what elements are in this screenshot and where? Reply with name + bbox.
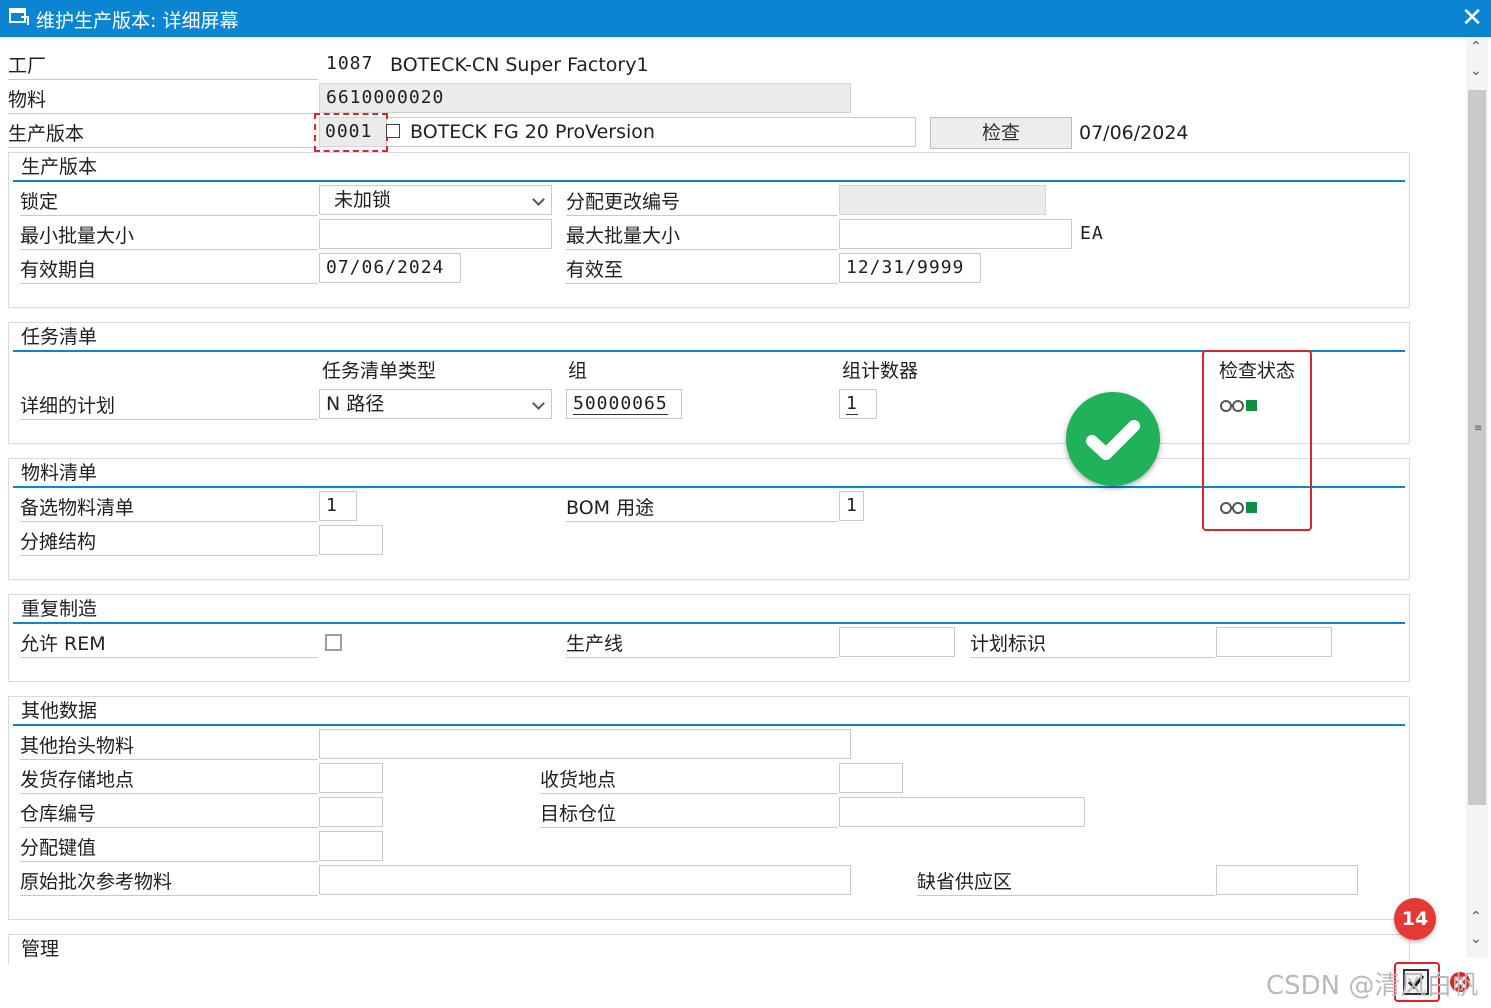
- group-value: 50000065: [573, 393, 668, 415]
- receiving-location-field[interactable]: [839, 763, 903, 793]
- bom-usage-label: BOM 用途: [566, 492, 838, 522]
- valid-to-label: 有效至: [566, 254, 838, 284]
- version-focus-outline: [314, 113, 388, 152]
- task-list-type-header: 任务清单类型: [322, 360, 437, 382]
- group-task-list: 任务清单: [8, 322, 1410, 444]
- group-counter-header: 组计数器: [842, 360, 919, 382]
- receiving-location-label: 收货地点: [540, 764, 838, 794]
- lock-select[interactable]: 未加锁: [319, 185, 552, 215]
- group-title: 其他数据: [21, 700, 98, 722]
- lock-value: 未加锁: [334, 189, 392, 211]
- group-counter-field[interactable]: 1: [839, 389, 877, 419]
- valid-to-field[interactable]: 12/31/9999: [839, 253, 981, 283]
- group-title: 任务清单: [21, 326, 98, 348]
- allocation-key-label: 分配键值: [20, 832, 318, 862]
- allocation-key-field[interactable]: [319, 831, 383, 861]
- original-batch-material-label: 原始批次参考物料: [20, 866, 318, 896]
- plant-value: 1087: [326, 53, 374, 74]
- alternative-bom-label: 备选物料清单: [20, 492, 318, 522]
- production-line-field[interactable]: [839, 627, 955, 657]
- group-administration: 管理: [8, 934, 1410, 964]
- default-supply-area-field[interactable]: [1216, 865, 1358, 895]
- group-counter-value: 1: [846, 393, 858, 415]
- max-lot-size-field[interactable]: [839, 219, 1072, 249]
- other-header-material-field[interactable]: [319, 729, 851, 759]
- warehouse-number-label: 仓库编号: [20, 798, 318, 828]
- check-date: 07/06/2024: [1079, 122, 1189, 144]
- watermark: CSDN @清风白帆: [1266, 971, 1479, 1001]
- production-version-label: 生产版本: [8, 118, 318, 148]
- production-line-label: 生产线: [566, 628, 838, 658]
- destination-bin-label: 目标仓位: [540, 798, 838, 828]
- unit-label: EA: [1080, 223, 1104, 244]
- check-button[interactable]: 检查: [930, 117, 1072, 149]
- scroll-down-icon[interactable]: ⌄: [1470, 64, 1482, 78]
- task-list-type-value: N 路径: [326, 393, 385, 415]
- apportionment-field[interactable]: [319, 525, 383, 555]
- window-icon: [9, 8, 29, 25]
- valid-from-field[interactable]: 07/06/2024: [319, 253, 461, 283]
- issue-storage-location-label: 发货存储地点: [20, 764, 318, 794]
- group-title: 物料清单: [21, 462, 98, 484]
- issue-storage-location-field[interactable]: [319, 763, 383, 793]
- destination-bin-field[interactable]: [839, 797, 1085, 827]
- scroll-up-icon[interactable]: ⌃: [1470, 40, 1482, 54]
- change-number-label: 分配更改编号: [566, 186, 838, 216]
- other-header-material-label: 其他抬头物料: [20, 730, 318, 760]
- value-help-icon[interactable]: [386, 124, 400, 138]
- task-list-type-select[interactable]: N 路径: [319, 389, 552, 419]
- warehouse-number-field[interactable]: [319, 797, 383, 827]
- planning-id-label: 计划标识: [970, 628, 1215, 658]
- chevron-down-icon: [532, 193, 545, 206]
- group-title: 生产版本: [21, 156, 98, 178]
- plant-description: BOTECK-CN Super Factory1: [390, 54, 649, 76]
- change-number-field: [839, 185, 1046, 215]
- group-field[interactable]: 50000065: [566, 389, 682, 419]
- min-lot-size-label: 最小批量大小: [20, 220, 318, 250]
- lock-label: 锁定: [20, 186, 318, 216]
- min-lot-size-field[interactable]: [319, 219, 552, 249]
- production-version-desc: BOTECK FG 20 ProVersion: [319, 117, 916, 147]
- title-bar: 维护生产版本: 详细屏幕 ✕: [0, 0, 1491, 37]
- plant-label: 工厂: [8, 50, 318, 80]
- allow-rem-checkbox[interactable]: [325, 634, 342, 651]
- vertical-scrollbar[interactable]: ⌃ ⌄ ≡ ⌃ ⌄: [1466, 38, 1488, 958]
- group-header: 组: [568, 360, 588, 382]
- scroll-grip-icon: ≡: [1474, 423, 1483, 434]
- max-lot-size-label: 最大批量大小: [566, 220, 838, 250]
- detailed-planning-label: 详细的计划: [20, 390, 318, 420]
- apportionment-label: 分摊结构: [20, 526, 318, 556]
- scrollbar-thumb[interactable]: [1468, 90, 1486, 805]
- default-supply-area-label: 缺省供应区: [917, 866, 1215, 896]
- status-highlight-box: [1202, 350, 1312, 531]
- material-field: 6610000020: [319, 83, 851, 113]
- group-title: 重复制造: [21, 598, 98, 620]
- material-label: 物料: [8, 84, 318, 114]
- original-batch-material-field[interactable]: [319, 865, 851, 895]
- chevron-down-icon: [532, 397, 545, 410]
- close-icon[interactable]: ✕: [1461, 2, 1483, 34]
- scroll-up-icon[interactable]: ⌃: [1470, 910, 1482, 924]
- step-badge: 14: [1394, 898, 1436, 940]
- scroll-down-icon[interactable]: ⌄: [1470, 932, 1482, 946]
- planning-id-field[interactable]: [1216, 627, 1332, 657]
- valid-from-label: 有效期自: [20, 254, 318, 284]
- bom-usage-field[interactable]: 1: [839, 491, 864, 521]
- allow-rem-label: 允许 REM: [20, 628, 318, 658]
- confirm-check-icon: [1066, 392, 1160, 486]
- window-title: 维护生产版本: 详细屏幕: [36, 10, 239, 32]
- alternative-bom-field[interactable]: 1: [319, 491, 357, 521]
- group-title: 管理: [21, 938, 60, 960]
